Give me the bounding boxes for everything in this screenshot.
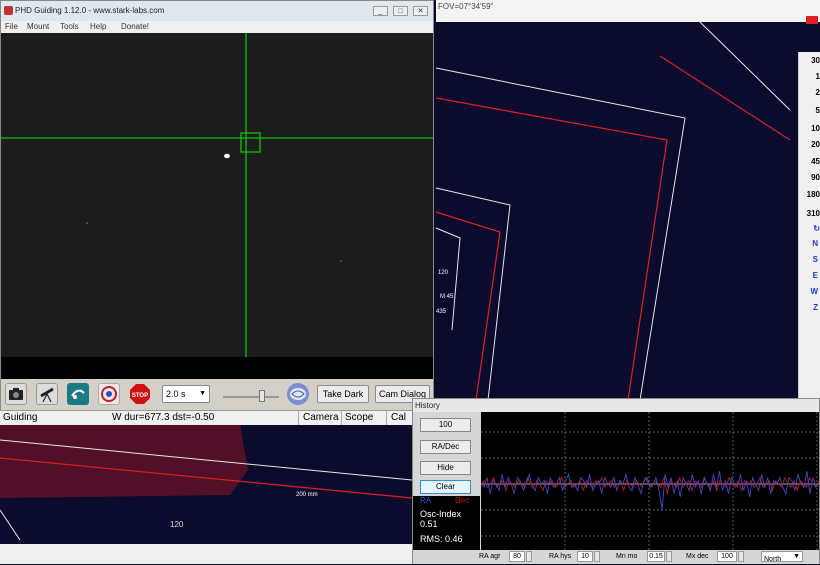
phd-app-icon bbox=[4, 6, 13, 15]
phd-toolbar: STOP 2.0 s ▼ Take Dark Cam Dialog bbox=[1, 379, 433, 411]
status-divider bbox=[298, 411, 299, 425]
zoom-button-10[interactable]: 10 bbox=[799, 124, 820, 140]
osc-index-value: 0.51 bbox=[420, 519, 438, 529]
ra-legend: RA bbox=[420, 496, 432, 505]
exposure-select[interactable]: 2.0 s ▼ bbox=[162, 385, 210, 403]
maximize-button[interactable]: □ bbox=[393, 6, 408, 16]
ra-hys-spinner[interactable] bbox=[594, 551, 600, 562]
phd-titlebar[interactable]: PHD Guiding 1.12.0 - www.stark-labs.com … bbox=[1, 1, 433, 21]
mx-dec-label: Mx dec bbox=[686, 553, 709, 560]
guide-star[interactable] bbox=[224, 153, 230, 159]
red-indicator-icon bbox=[806, 16, 818, 24]
rms-value: RMS: 0.46 bbox=[420, 534, 463, 544]
take-dark-button[interactable]: Take Dark bbox=[317, 385, 369, 403]
history-graph[interactable] bbox=[480, 412, 820, 550]
chevron-down-icon: ▼ bbox=[199, 390, 206, 397]
stop-icon-text: STOP bbox=[132, 393, 148, 399]
zoom-button-180[interactable]: 180 bbox=[799, 190, 820, 206]
status-bar: Guiding W dur=677.3 dst=-0.50 Camera Sco… bbox=[0, 410, 412, 425]
object-label-120[interactable]: 120 bbox=[438, 270, 448, 276]
ra-agr-input[interactable]: 80 bbox=[509, 551, 525, 562]
mx-dec-input[interactable]: 100 bbox=[717, 551, 737, 562]
guide-star-box[interactable] bbox=[240, 132, 261, 153]
dec-direction-select[interactable]: North ▼ bbox=[761, 551, 803, 563]
minimize-button[interactable]: _ bbox=[373, 6, 388, 16]
gamma-slider-track[interactable] bbox=[223, 396, 279, 398]
status-info: W dur=677.3 dst=-0.50 bbox=[112, 412, 215, 423]
zoom-button-310[interactable]: 310 bbox=[799, 209, 820, 225]
exposure-value: 2.0 s bbox=[166, 389, 186, 399]
ra-series bbox=[480, 471, 820, 510]
object-label-m45[interactable]: M 45 bbox=[440, 294, 453, 300]
history-titlebar[interactable]: History bbox=[413, 399, 819, 412]
direction-button-e[interactable]: E bbox=[799, 271, 820, 287]
status-mode: Guiding bbox=[3, 412, 38, 423]
menu-donate[interactable]: Donate! bbox=[121, 22, 149, 31]
scale-button[interactable]: 100 bbox=[420, 418, 471, 432]
camera-frame bbox=[1, 33, 433, 357]
camera-view[interactable] bbox=[1, 33, 433, 357]
ra-agr-label: RA agr bbox=[479, 553, 501, 560]
gamma-slider-thumb[interactable] bbox=[259, 390, 265, 402]
camera-view-margin bbox=[1, 357, 433, 379]
brain-settings-icon[interactable] bbox=[287, 383, 309, 405]
direction-button-w[interactable]: W bbox=[799, 287, 820, 303]
zoom-button-1[interactable]: 1 bbox=[799, 72, 820, 88]
ra-hys-label: RA hys bbox=[549, 553, 572, 560]
fov-label: FOV=07°34'59" bbox=[438, 2, 494, 11]
chevron-down-icon: ▼ bbox=[793, 553, 800, 560]
zoom-button-5[interactable]: 5 bbox=[799, 106, 820, 122]
phd-title-text: PHD Guiding 1.12.0 - www.stark-labs.com bbox=[15, 6, 165, 15]
ra-hys-input[interactable]: 10 bbox=[577, 551, 593, 562]
clear-button[interactable]: Clear bbox=[420, 480, 471, 494]
history-title: History bbox=[415, 401, 440, 410]
mx-dec-spinner[interactable] bbox=[738, 551, 744, 562]
status-divider bbox=[386, 411, 387, 425]
menu-file[interactable]: File bbox=[5, 22, 18, 31]
osc-index-label: Osc-Index bbox=[420, 509, 462, 519]
loop-icon[interactable] bbox=[67, 383, 89, 405]
zoom-button-20[interactable]: 20 bbox=[799, 140, 820, 156]
hide-button[interactable]: Hide bbox=[420, 461, 471, 475]
stop-icon[interactable]: STOP bbox=[129, 383, 151, 405]
mn-mo-label: Mn mo bbox=[616, 553, 638, 560]
camera-icon[interactable] bbox=[5, 383, 27, 405]
history-stats: RA Dec Osc-Index 0.51 RMS: 0.46 bbox=[413, 496, 480, 552]
radec-button[interactable]: RA/Dec bbox=[420, 440, 471, 454]
grid-label-bottom: 120 bbox=[170, 520, 184, 529]
status-cal: Cal bbox=[391, 412, 407, 423]
history-left-panel: 100 RA/Dec Hide Clear RA Dec Osc-Index 0… bbox=[413, 412, 480, 552]
zoom-button-2[interactable]: 2 bbox=[799, 88, 820, 104]
telescope-icon[interactable] bbox=[36, 383, 58, 405]
close-button[interactable]: ✕ bbox=[413, 6, 428, 16]
menu-tools[interactable]: Tools bbox=[60, 22, 79, 31]
zoom-button-30[interactable]: 30 bbox=[799, 56, 820, 72]
history-graph-canvas bbox=[480, 412, 820, 550]
history-window: History 100 RA/Dec Hide Clear RA Dec Osc… bbox=[412, 398, 820, 564]
status-divider bbox=[341, 411, 342, 425]
mn-mo-input[interactable]: 0.15 bbox=[647, 551, 665, 562]
zoom-toolbar: 30 1 2 5 10 20 45 90 180 310 ↻ N S E W Z bbox=[798, 52, 820, 402]
direction-button-n[interactable]: N bbox=[799, 239, 820, 255]
history-controls: RA agr 80 RA hys 10 Mn mo 0.15 Mx dec 10… bbox=[413, 550, 819, 564]
status-camera: Camera bbox=[303, 412, 339, 423]
phd-menubar: File Mount Tools Help Donate! bbox=[1, 21, 433, 33]
direction-button-z[interactable]: Z bbox=[799, 303, 820, 319]
zoom-button-90[interactable]: 90 bbox=[799, 173, 820, 189]
brain-target-icon[interactable] bbox=[98, 383, 120, 405]
dec-legend: Dec bbox=[455, 496, 470, 505]
menu-help[interactable]: Help bbox=[90, 22, 106, 31]
refresh-icon[interactable]: ↻ bbox=[799, 224, 820, 240]
zoom-button-45[interactable]: 45 bbox=[799, 157, 820, 173]
ra-agr-spinner[interactable] bbox=[526, 551, 532, 562]
menu-mount[interactable]: Mount bbox=[27, 22, 49, 31]
phd-guiding-window: PHD Guiding 1.12.0 - www.stark-labs.com … bbox=[0, 0, 434, 411]
status-scope: Scope bbox=[345, 412, 374, 423]
sky-chart-toolbar bbox=[436, 14, 820, 22]
direction-button-s[interactable]: S bbox=[799, 255, 820, 271]
scale-label: 200 mm bbox=[296, 492, 318, 498]
mn-mo-spinner[interactable] bbox=[666, 551, 672, 562]
object-label-435[interactable]: 435 bbox=[436, 309, 446, 315]
